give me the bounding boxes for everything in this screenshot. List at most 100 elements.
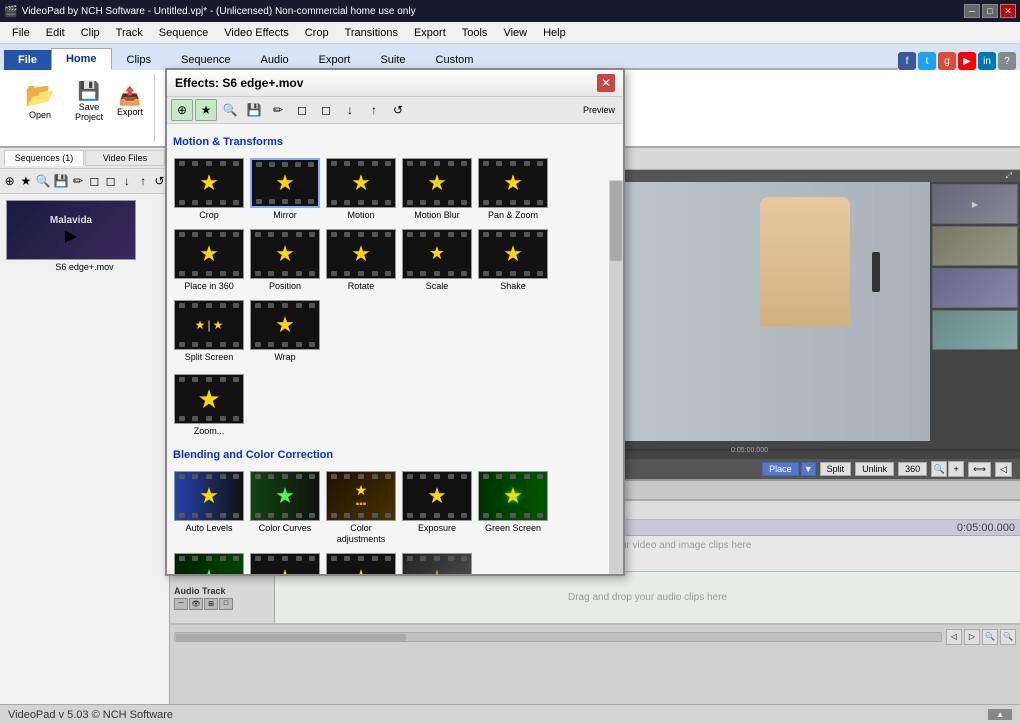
export-button[interactable]: 📤 Export [112,76,148,128]
video-files-tab[interactable]: Video Files [85,150,165,166]
tab-file[interactable]: File [4,50,51,70]
tl-scroll-left[interactable]: ◁ [946,629,962,645]
tab-sequence[interactable]: Sequence [166,49,246,70]
effect-position[interactable]: ★ Position [249,227,321,294]
effect-transparency[interactable]: ★ Transparency [401,551,473,574]
search-tool-btn[interactable]: 🔍 [35,170,52,192]
save-project-button[interactable]: 💾 Save Project [68,76,110,128]
effect-motion-blur[interactable]: ★ Motion Blur [401,156,473,223]
effects-scrollbar[interactable] [609,180,623,574]
open-button[interactable]: 📂 Open [14,76,66,128]
menu-clip[interactable]: Clip [73,25,108,41]
effect-wrap[interactable]: ★ Wrap [249,298,321,365]
effects-save-btn[interactable]: 💾 [243,99,265,121]
maximize-button[interactable]: □ [982,4,998,18]
audio-track-box[interactable]: □ [219,598,233,610]
effects-refresh-btn[interactable]: ↺ [387,99,409,121]
tl-zoom-search[interactable]: 🔍 [982,629,998,645]
effect-zoom[interactable]: ★ Zoom... [173,372,245,439]
preview-btn[interactable]: Preview [579,99,619,121]
effect-mirror[interactable]: ★ Mirror [249,156,321,223]
audio-track-content[interactable]: Drag and drop your audio clips here [275,572,1020,623]
unlink-button[interactable]: Unlink [855,462,894,476]
tab-custom[interactable]: Custom [421,49,489,70]
tab-export[interactable]: Export [304,49,366,70]
menu-help[interactable]: Help [535,25,574,41]
twitter-icon[interactable]: t [918,52,936,70]
effects-close-button[interactable]: ✕ [597,74,615,92]
timeline-scroll-thumb[interactable] [176,634,406,642]
effect-color-adj[interactable]: ★ ▪▪▪ Color adjustments [325,469,397,547]
down-tool-btn[interactable]: ↓ [119,170,134,192]
menu-track[interactable]: Track [108,25,151,41]
effects-edit-btn[interactable]: ✏ [267,99,289,121]
audio-track-group[interactable]: ⊞ [204,598,218,610]
effect-shake[interactable]: ★ Shake [477,227,549,294]
effect-green-screen[interactable]: ★ Green Screen [477,469,549,547]
effect-exposure[interactable]: ★ Exposure [401,469,473,547]
effect-color-curves[interactable]: ★ Color Curves [249,469,321,547]
facebook-icon[interactable]: f [898,52,916,70]
preview-expand-icon[interactable]: ⤢ [1006,171,1012,181]
close-button[interactable]: ✕ [1000,4,1016,18]
box1-tool-btn[interactable]: ◻ [87,170,102,192]
effect-hue[interactable]: ★ Hue [173,551,245,574]
effect-rotate[interactable]: ★ Rotate [325,227,397,294]
effect-saturation[interactable]: ★ Saturation [249,551,321,574]
menu-file[interactable]: File [4,25,38,41]
effect-crop[interactable]: ★ Crop [173,156,245,223]
menu-tools[interactable]: Tools [454,25,496,41]
tl-scroll-right[interactable]: ▷ [964,629,980,645]
effects-box2-btn[interactable]: ◻ [315,99,337,121]
menu-video-effects[interactable]: Video Effects [216,25,296,41]
effects-down-btn[interactable]: ↓ [339,99,361,121]
place-button-group[interactable]: Place ▼ [762,462,815,476]
minimize-button[interactable]: ─ [964,4,980,18]
google-icon[interactable]: g [938,52,956,70]
menu-export[interactable]: Export [406,25,454,41]
tab-home[interactable]: Home [51,48,112,70]
save-tool-btn[interactable]: 💾 [52,170,69,192]
star-tool-btn[interactable]: ★ [18,170,33,192]
audio-track-eye[interactable]: 👁 [189,598,203,610]
effects-add-btn[interactable]: ⊕ [171,99,193,121]
audio-track-minus[interactable]: ─ [174,598,188,610]
add-media-tool-btn[interactable]: ⊕ [2,170,17,192]
effects-box1-btn[interactable]: ◻ [291,99,313,121]
menu-audio-effects[interactable]: Crop [297,25,337,41]
zoom-out-button[interactable]: 🔍 [931,461,947,477]
edit-tool-btn[interactable]: ✏ [70,170,85,192]
prev-frame-button[interactable]: ◁ [995,462,1012,477]
fit-button[interactable]: ⟺ [968,462,991,477]
effects-star-btn[interactable]: ★ [195,99,217,121]
place-dropdown-button[interactable]: ▼ [801,462,816,476]
effect-pan-zoom[interactable]: ★ Pan & Zoom [477,156,549,223]
status-expand-btn[interactable]: ▲ [988,709,1012,720]
title-bar-controls[interactable]: ─ □ ✕ [964,4,1016,18]
effect-auto-levels[interactable]: ★ Auto Levels [173,469,245,547]
tab-clips[interactable]: Clips [112,49,166,70]
tab-audio[interactable]: Audio [246,49,304,70]
effects-filter-btn[interactable]: 🔍 [219,99,241,121]
place-button[interactable]: Place [762,462,799,476]
split-button[interactable]: Split [820,462,852,476]
help-icon[interactable]: ? [998,52,1016,70]
linkedin-icon[interactable]: in [978,52,996,70]
sequences-tab[interactable]: Sequences (1) [4,150,84,166]
effect-scale[interactable]: ★ Scale [401,227,473,294]
timeline-scrollbar[interactable] [174,632,942,642]
tab-suite[interactable]: Suite [365,49,420,70]
youtube-icon[interactable]: ▶ [958,52,976,70]
menu-sequence[interactable]: Sequence [151,25,217,41]
menu-edit[interactable]: Edit [38,25,73,41]
effects-scroll-thumb[interactable] [610,181,622,261]
effect-temperature[interactable]: ★ Temperature [325,551,397,574]
effect-motion[interactable]: ★ Motion [325,156,397,223]
up-tool-btn[interactable]: ↑ [136,170,151,192]
menu-view[interactable]: View [495,25,535,41]
effect-place-360[interactable]: ★ Place in 360 [173,227,245,294]
effect-split-screen[interactable]: ★|★ Split Screen [173,298,245,365]
effects-up-btn[interactable]: ↑ [363,99,385,121]
video-file-item[interactable]: Malavida ▶ S6 edge+.mov [0,194,169,278]
tl-zoom-fit[interactable]: 🔍 [1000,629,1016,645]
